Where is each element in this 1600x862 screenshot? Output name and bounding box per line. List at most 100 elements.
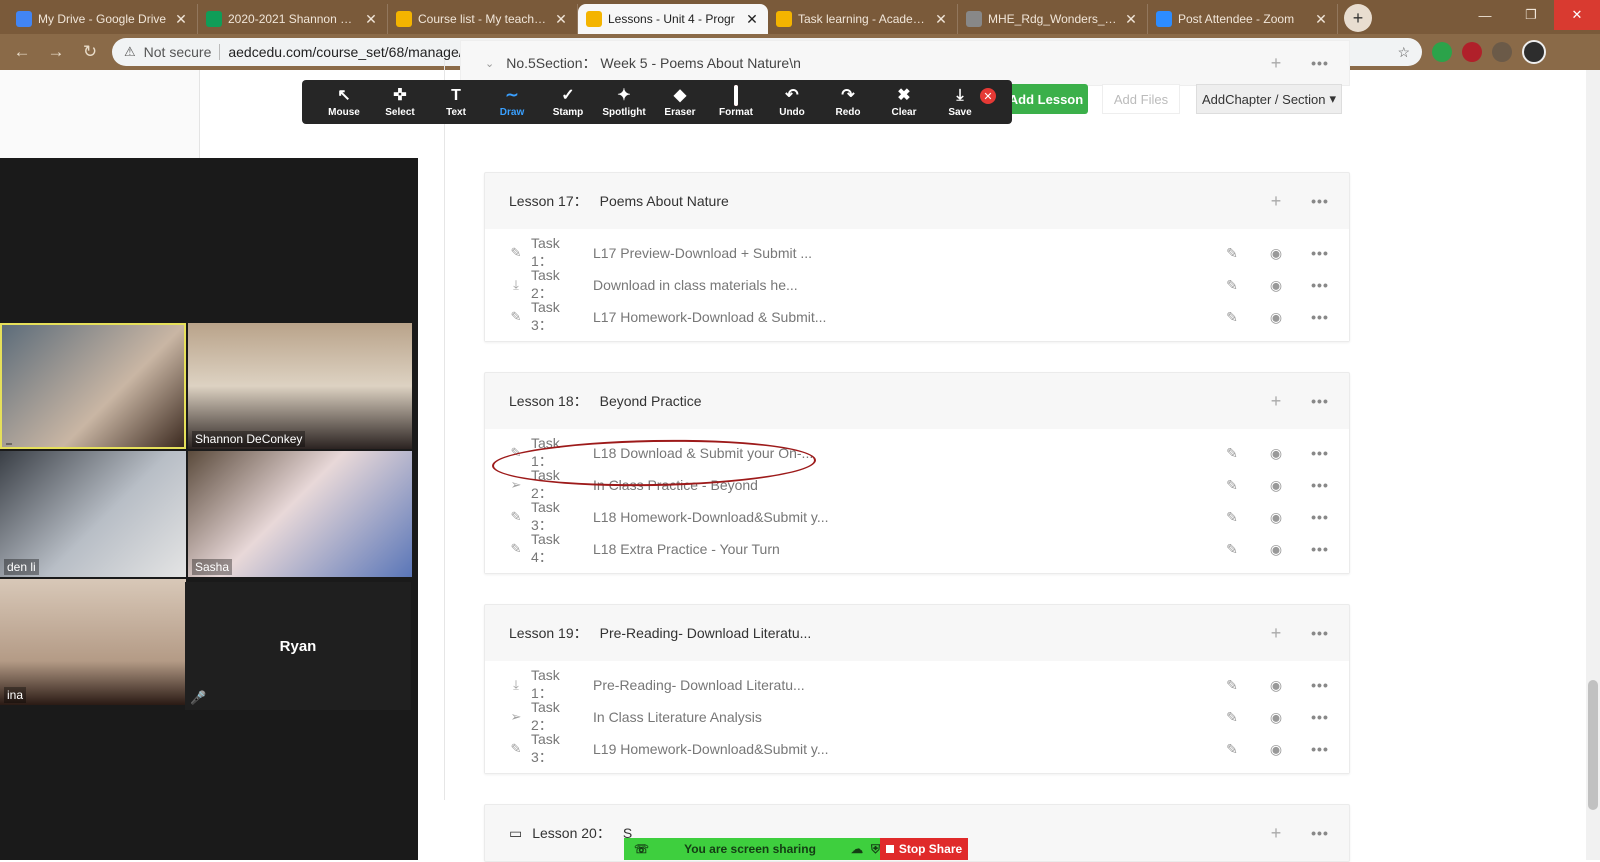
task-row[interactable]: ✎ Task 3： L17 Homework-Download & Submit..… [485, 299, 1349, 333]
task-row[interactable]: ➢ Task 2： In Class Literature Analysis ✎ ◉ ••… [485, 699, 1349, 733]
eye-icon[interactable]: ◉ [1267, 677, 1285, 694]
add-chapter-button[interactable]: AddChapter / Section ▾ [1196, 84, 1342, 114]
annotation-tool-eraser[interactable]: ◆ Eraser [652, 87, 708, 118]
more-icon[interactable]: ••• [1311, 193, 1329, 209]
more-icon[interactable]: ••• [1311, 677, 1329, 693]
task-title[interactable]: L18 Extra Practice - Your Turn [593, 541, 780, 557]
eye-icon[interactable]: ◉ [1267, 477, 1285, 494]
annotation-tool-stamp[interactable]: ✓ Stamp [540, 87, 596, 118]
edit-pencil-icon[interactable]: ✎ [1223, 309, 1241, 326]
eye-icon[interactable]: ◉ [1267, 245, 1285, 262]
close-annotation-icon[interactable]: ✕ [980, 88, 996, 104]
task-title[interactable]: Pre-Reading- Download Literatu... [593, 677, 805, 693]
add-icon[interactable]: + [1267, 823, 1285, 844]
task-title[interactable]: Download in class materials he... [593, 277, 798, 293]
more-icon[interactable]: ••• [1311, 277, 1329, 293]
annotation-tool-clear[interactable]: ✖ Clear [876, 87, 932, 118]
more-icon[interactable]: ••• [1311, 55, 1329, 71]
forward-icon[interactable]: → [44, 42, 68, 62]
more-icon[interactable]: ••• [1311, 625, 1329, 641]
extension-ublock-icon[interactable] [1462, 42, 1482, 62]
tab-close-icon[interactable]: ✕ [933, 11, 949, 28]
task-title[interactable]: L17 Homework-Download & Submit... [593, 309, 826, 325]
annotation-tool-text[interactable]: T Text [428, 87, 484, 118]
add-icon[interactable]: + [1267, 191, 1285, 212]
browser-tab[interactable]: MHE_Rdg_Wonders_LvRc ✕ [958, 4, 1148, 34]
extension-puzzle-icon[interactable] [1492, 42, 1512, 62]
task-row[interactable]: ✎ Task 3： L18 Homework-Download&Submit y..… [485, 499, 1349, 533]
task-row[interactable]: ✎ Task 4： L18 Extra Practice - Your Turn ✎ ◉… [485, 531, 1349, 565]
add-icon[interactable]: + [1267, 391, 1285, 412]
more-icon[interactable]: ••• [1311, 825, 1329, 841]
bookmark-star-icon[interactable]: ☆ [1397, 44, 1410, 61]
video-tile-ina[interactable]: ina [0, 579, 186, 705]
edit-pencil-icon[interactable]: ✎ [1223, 741, 1241, 758]
eye-icon[interactable]: ◉ [1267, 277, 1285, 294]
back-icon[interactable]: ← [10, 42, 34, 62]
eye-icon[interactable]: ◉ [1267, 741, 1285, 758]
video-tile-ryan[interactable]: Ryan [185, 582, 411, 710]
add-files-button[interactable]: Add Files [1102, 84, 1180, 114]
restore-icon[interactable]: ❐ [1508, 0, 1554, 30]
more-icon[interactable]: ••• [1311, 393, 1329, 409]
lesson-header[interactable]: Lesson 18： Beyond Practice + ••• [485, 373, 1349, 429]
more-icon[interactable]: ••• [1311, 509, 1329, 525]
minimize-icon[interactable]: — [1462, 0, 1508, 30]
task-row[interactable]: ✎ Task 1： L17 Preview-Download + Submit ..… [485, 235, 1349, 269]
tab-close-icon[interactable]: ✕ [1313, 11, 1329, 28]
tab-close-icon[interactable]: ✕ [173, 11, 189, 28]
browser-tab[interactable]: Lessons - Unit 4 - Progr ✕ [578, 4, 768, 34]
task-title[interactable]: L17 Preview-Download + Submit ... [593, 245, 812, 261]
annotation-tool-spotlight[interactable]: ✦ Spotlight [596, 87, 652, 118]
browser-tab[interactable]: 2020-2021 Shannon DeC ✕ [198, 4, 388, 34]
edit-pencil-icon[interactable]: ✎ [1223, 677, 1241, 694]
reload-icon[interactable]: ↻ [78, 42, 102, 62]
video-tile-den[interactable]: den li [0, 451, 186, 577]
annotation-tool-draw[interactable]: ∼ Draw [484, 87, 540, 118]
browser-tab[interactable]: My Drive - Google Drive ✕ [8, 4, 198, 34]
task-title[interactable]: In Class Literature Analysis [593, 709, 762, 725]
share-status[interactable]: ☏ You are screen sharing ☁ ⛨ [624, 838, 880, 860]
more-icon[interactable]: ••• [1311, 445, 1329, 461]
tab-close-icon[interactable]: ✕ [553, 11, 569, 28]
eye-icon[interactable]: ◉ [1267, 309, 1285, 326]
more-icon[interactable]: ••• [1311, 541, 1329, 557]
close-window-icon[interactable]: ✕ [1554, 0, 1600, 30]
chevron-down-icon[interactable]: ⌄ [485, 57, 494, 70]
lesson-header[interactable]: Lesson 17： Poems About Nature + ••• [485, 173, 1349, 229]
task-row[interactable]: ⤓ Task 2： Download in class materials he..… [485, 267, 1349, 301]
edit-pencil-icon[interactable]: ✎ [1223, 277, 1241, 294]
edit-pencil-icon[interactable]: ✎ [1223, 445, 1241, 462]
edit-pencil-icon[interactable]: ✎ [1223, 245, 1241, 262]
new-tab-button[interactable]: + [1344, 4, 1372, 32]
scrollbar-thumb[interactable] [1588, 680, 1598, 810]
add-lesson-button[interactable]: Add Lesson [1004, 84, 1088, 114]
more-icon[interactable]: ••• [1311, 477, 1329, 493]
stop-share-button[interactable]: Stop Share [880, 838, 968, 860]
task-row[interactable]: ⤓ Task 1： Pre-Reading- Download Literatu..… [485, 667, 1349, 701]
browser-tab[interactable]: Course list - My teaching ✕ [388, 4, 578, 34]
video-tile-sasha[interactable]: Sasha [188, 451, 412, 577]
edit-pencil-icon[interactable]: ✎ [1223, 541, 1241, 558]
tab-close-icon[interactable]: ✕ [363, 11, 379, 28]
page-scrollbar[interactable] [1586, 70, 1600, 860]
edit-pencil-icon[interactable]: ✎ [1223, 477, 1241, 494]
lesson-header[interactable]: Lesson 19： Pre-Reading- Download Literatu… [485, 605, 1349, 661]
annotation-tool-redo[interactable]: ↷ Redo [820, 87, 876, 118]
eye-icon[interactable]: ◉ [1267, 709, 1285, 726]
edit-pencil-icon[interactable]: ✎ [1223, 509, 1241, 526]
more-icon[interactable]: ••• [1311, 741, 1329, 757]
browser-tab[interactable]: Post Attendee - Zoom ✕ [1148, 4, 1338, 34]
annotation-tool-select[interactable]: ✜ Select [372, 87, 428, 118]
annotation-tool-save[interactable]: ⤓ Save [932, 87, 988, 118]
annotation-tool-format[interactable]: Format [708, 84, 764, 118]
video-tile-active[interactable] [0, 323, 186, 449]
browser-tab[interactable]: Task learning - Academy ✕ [768, 4, 958, 34]
add-icon[interactable]: + [1267, 53, 1285, 74]
edit-pencil-icon[interactable]: ✎ [1223, 709, 1241, 726]
task-row[interactable]: ✎ Task 3： L19 Homework-Download&Submit y..… [485, 731, 1349, 765]
more-icon[interactable]: ••• [1311, 245, 1329, 261]
more-icon[interactable]: ••• [1311, 309, 1329, 325]
task-title[interactable]: L19 Homework-Download&Submit y... [593, 741, 829, 757]
eye-icon[interactable]: ◉ [1267, 445, 1285, 462]
